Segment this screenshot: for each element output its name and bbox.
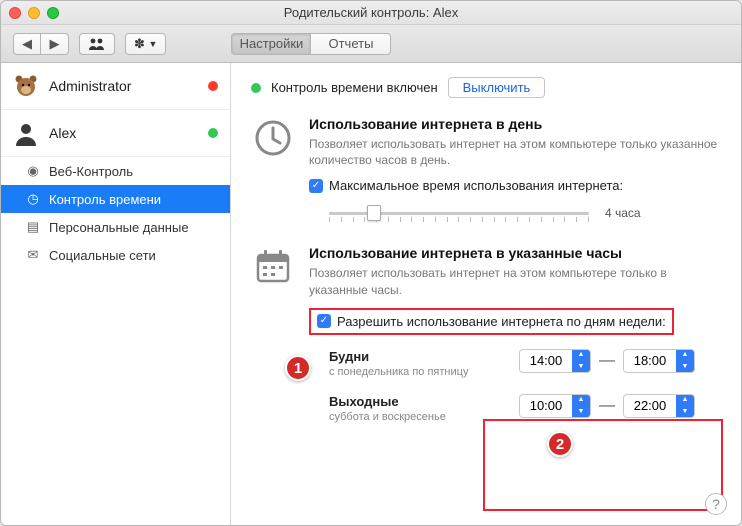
time-slider[interactable] xyxy=(329,203,589,223)
sidebar: Administrator Alex ◉ Веб-Контроль ◷ Конт… xyxy=(1,63,231,525)
users-button[interactable] xyxy=(79,33,115,55)
sidebar-item-label: Веб-Контроль xyxy=(49,164,133,179)
sidebar-item-web-control[interactable]: ◉ Веб-Контроль xyxy=(1,157,230,185)
sidebar-item-personal-data[interactable]: ▤ Персональные данные xyxy=(1,213,230,241)
window-title: Родительский контроль: Alex xyxy=(1,5,741,20)
slider-thumb[interactable] xyxy=(367,205,381,221)
gear-icon: ✽ xyxy=(134,36,145,52)
chat-icon: ✉ xyxy=(25,247,41,263)
user-administrator[interactable]: Administrator xyxy=(1,63,230,110)
status-dot-icon xyxy=(208,128,218,138)
slider-value: 4 часа xyxy=(605,206,641,220)
checkbox-label: Разрешить использование интернета по дня… xyxy=(337,314,666,329)
sidebar-item-label: Социальные сети xyxy=(49,248,156,263)
calendar-icon xyxy=(251,245,295,289)
user-name: Administrator xyxy=(49,78,131,94)
section-title: Использование интернета в указанные часы xyxy=(309,245,725,261)
sidebar-item-label: Контроль времени xyxy=(49,192,161,207)
dash: — xyxy=(599,397,615,415)
sidebar-item-label: Персональные данные xyxy=(49,220,189,235)
clock-icon xyxy=(251,116,295,160)
minimize-icon[interactable] xyxy=(28,7,40,19)
clock-icon: ◷ xyxy=(25,191,41,207)
titlebar: Родительский контроль: Alex xyxy=(1,1,741,25)
main-panel: Контроль времени включен Выключить Испол… xyxy=(231,63,741,525)
dash: — xyxy=(599,352,615,370)
weekdays-from-input[interactable]: ▲▼ xyxy=(519,349,591,373)
sidebar-item-social[interactable]: ✉ Социальные сети xyxy=(1,241,230,269)
help-button[interactable]: ? xyxy=(705,493,727,515)
section-desc: Позволяет использовать интернет на этом … xyxy=(309,136,725,168)
weekdays-to-input[interactable]: ▲▼ xyxy=(623,349,695,373)
close-icon[interactable] xyxy=(9,7,21,19)
forward-button[interactable]: ▶ xyxy=(41,33,69,55)
status-indicator-icon xyxy=(251,83,261,93)
weekdays-sub: с понедельника по пятницу xyxy=(329,366,519,378)
weekend-from-input[interactable]: ▲▼ xyxy=(519,394,591,418)
disable-button[interactable]: Выключить xyxy=(448,77,546,98)
bear-icon xyxy=(11,71,41,101)
toolbar: ◀ ▶ ✽ ▼ Настройки Отчеты xyxy=(1,25,741,63)
weekdays-title: Будни xyxy=(329,349,519,364)
checkbox-label: Максимальное время использования интерне… xyxy=(329,178,623,193)
weekend-sub: суббота и воскресенье xyxy=(329,411,519,423)
tab-settings[interactable]: Настройки xyxy=(231,33,311,55)
weekend-to-input[interactable]: ▲▼ xyxy=(623,394,695,418)
checkbox-weekdays[interactable]: ✓ xyxy=(317,314,331,328)
card-icon: ▤ xyxy=(25,219,41,235)
tab-reports[interactable]: Отчеты xyxy=(311,33,391,55)
chevron-down-icon: ▼ xyxy=(149,39,158,49)
sidebar-item-time-control[interactable]: ◷ Контроль времени xyxy=(1,185,230,213)
user-name: Alex xyxy=(49,125,76,141)
person-icon xyxy=(11,118,41,148)
section-desc: Позволяет использовать интернет на этом … xyxy=(309,265,725,297)
section-title: Использование интернета в день xyxy=(309,116,725,132)
status-text: Контроль времени включен xyxy=(271,80,438,95)
zoom-icon[interactable] xyxy=(47,7,59,19)
checkbox-max-time[interactable]: ✓ xyxy=(309,179,323,193)
globe-icon: ◉ xyxy=(25,163,41,179)
back-button[interactable]: ◀ xyxy=(13,33,41,55)
status-dot-icon xyxy=(208,81,218,91)
user-alex[interactable]: Alex xyxy=(1,110,230,157)
weekend-title: Выходные xyxy=(329,394,519,409)
gear-button[interactable]: ✽ ▼ xyxy=(125,33,166,55)
